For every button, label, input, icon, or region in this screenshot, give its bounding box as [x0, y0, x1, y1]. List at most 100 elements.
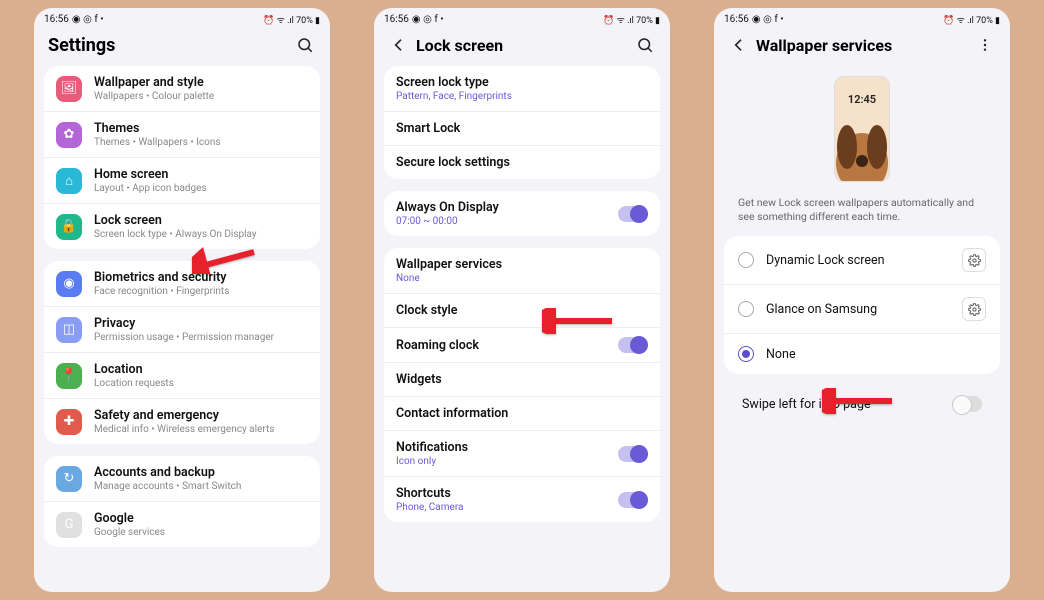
lock-item[interactable]: Clock style: [384, 294, 660, 328]
description-text: Get new Lock screen wallpapers automatic…: [724, 188, 1000, 236]
lock-item-subtitle: 07:00 ~ 00:00: [396, 216, 606, 227]
toggle-switch[interactable]: [618, 492, 648, 508]
setting-icon: 🖼: [56, 76, 82, 102]
radio-button[interactable]: [738, 346, 754, 362]
settings-item[interactable]: 📍 LocationLocation requests: [44, 353, 320, 399]
setting-icon: ◉: [56, 271, 82, 297]
lock-item[interactable]: ShortcutsPhone, Camera: [384, 477, 660, 522]
lock-item-title: Contact information: [396, 406, 648, 421]
settings-header: Settings: [34, 28, 330, 66]
lock-item[interactable]: NotificationsIcon only: [384, 431, 660, 477]
lock-item[interactable]: Secure lock settings: [384, 146, 660, 179]
page-title: Lock screen: [416, 36, 634, 55]
lock-item-title: Smart Lock: [396, 121, 648, 136]
wallpaper-option[interactable]: None: [724, 334, 1000, 374]
lock-item[interactable]: Smart Lock: [384, 112, 660, 146]
setting-title: Themes: [94, 121, 308, 136]
lock-item-title: Screen lock type: [396, 75, 648, 90]
setting-subtitle: Medical info • Wireless emergency alerts: [94, 424, 308, 435]
settings-group-3: ↻Accounts and backupManage accounts • Sm…: [44, 456, 320, 547]
setting-title: Safety and emergency: [94, 408, 308, 423]
settings-content: 🖼Wallpaper and styleWallpapers • Colour …: [34, 66, 330, 592]
search-icon[interactable]: [634, 34, 656, 56]
lock-item-subtitle: Icon only: [396, 456, 606, 467]
setting-icon: ◫: [56, 317, 82, 343]
wallpaper-content: 12:45 Get new Lock screen wallpapers aut…: [714, 66, 1010, 592]
option-label: None: [766, 347, 986, 362]
settings-item[interactable]: ◫PrivacyPermission usage • Permission ma…: [44, 307, 320, 353]
lock-item-subtitle: None: [396, 273, 648, 284]
toggle-switch[interactable]: [618, 337, 648, 353]
more-icon[interactable]: [974, 34, 996, 56]
lock-group-2: Always On Display07:00 ~ 00:00: [384, 191, 660, 236]
lock-item[interactable]: Roaming clock: [384, 328, 660, 363]
settings-item[interactable]: ✚ Safety and emergencyMedical info • Wire…: [44, 399, 320, 444]
status-right-icons: ⏰ ᯤ .ıl 70% ▮: [263, 13, 320, 26]
settings-item[interactable]: 🖼Wallpaper and styleWallpapers • Colour …: [44, 66, 320, 112]
status-time: 16:56: [724, 14, 749, 25]
lockscreen-header: Lock screen: [374, 28, 670, 66]
radio-button[interactable]: [738, 252, 754, 268]
setting-subtitle: Google services: [94, 527, 308, 538]
page-title: Wallpaper services: [756, 36, 974, 55]
option-label: Dynamic Lock screen: [766, 253, 950, 268]
settings-item[interactable]: 🔒Lock screenScreen lock type • Always On…: [44, 204, 320, 249]
phone-wallpaper-services: 16:56◉ ◎ f • ⏰ ᯤ .ıl 70% ▮ Wallpaper ser…: [714, 8, 1010, 592]
settings-item[interactable]: ⌂Home screenLayout • App icon badges: [44, 158, 320, 204]
lock-item-title: Shortcuts: [396, 486, 606, 501]
wallpaper-option[interactable]: Dynamic Lock screen: [724, 236, 1000, 285]
gear-icon[interactable]: [962, 248, 986, 272]
toggle-switch[interactable]: [618, 206, 648, 222]
setting-icon: ✚: [56, 409, 82, 435]
settings-item[interactable]: ◉Biometrics and securityFace recognition…: [44, 261, 320, 307]
settings-group-1: 🖼Wallpaper and styleWallpapers • Colour …: [44, 66, 320, 249]
phone-settings: 16:56◉ ◎ f • ⏰ ᯤ .ıl 70% ▮ Settings 🖼Wal…: [34, 8, 330, 592]
lock-item-subtitle: Pattern, Face, Fingerprints: [396, 91, 648, 102]
preview-time: 12:45: [835, 93, 889, 106]
setting-title: Google: [94, 511, 308, 526]
lock-item[interactable]: Screen lock typePattern, Face, Fingerpri…: [384, 66, 660, 112]
wallpaper-options: Dynamic Lock screen Glance on Samsung None: [724, 236, 1000, 374]
setting-subtitle: Permission usage • Permission manager: [94, 332, 308, 343]
radio-button[interactable]: [738, 301, 754, 317]
search-icon[interactable]: [294, 34, 316, 56]
lock-item[interactable]: Contact information: [384, 397, 660, 431]
setting-icon: 🔒: [56, 214, 82, 240]
settings-item[interactable]: GGoogleGoogle services: [44, 502, 320, 547]
swipe-info-row[interactable]: Swipe left for info page: [724, 386, 1000, 422]
setting-title: Location: [94, 362, 308, 377]
status-right-icons: ⏰ ᯤ .ıl 70% ▮: [943, 13, 1000, 26]
swipe-toggle[interactable]: [952, 396, 982, 412]
status-left-icons: ◉ ◎ f •: [412, 14, 444, 25]
wallpaper-option[interactable]: Glance on Samsung: [724, 285, 1000, 334]
setting-subtitle: Layout • App icon badges: [94, 183, 308, 194]
setting-subtitle: Location requests: [94, 378, 308, 389]
wallpaper-header: Wallpaper services: [714, 28, 1010, 66]
lock-item[interactable]: Wallpaper servicesNone: [384, 248, 660, 294]
lock-item[interactable]: Widgets: [384, 363, 660, 397]
status-bar: 16:56◉ ◎ f • ⏰ ᯤ .ıl 70% ▮: [714, 8, 1010, 28]
settings-item[interactable]: ✿ThemesThemes • Wallpapers • Icons: [44, 112, 320, 158]
setting-icon: 📍: [56, 363, 82, 389]
status-right-icons: ⏰ ᯤ .ıl 70% ▮: [603, 13, 660, 26]
lock-group-1: Screen lock typePattern, Face, Fingerpri…: [384, 66, 660, 179]
swipe-label: Swipe left for info page: [742, 397, 952, 412]
settings-item[interactable]: ↻Accounts and backupManage accounts • Sm…: [44, 456, 320, 502]
back-icon[interactable]: [728, 34, 750, 56]
lock-item[interactable]: Always On Display07:00 ~ 00:00: [384, 191, 660, 236]
page-title: Settings: [48, 35, 294, 56]
setting-subtitle: Screen lock type • Always On Display: [94, 229, 308, 240]
setting-icon: ↻: [56, 466, 82, 492]
wallpaper-preview: 12:45: [724, 66, 1000, 188]
option-label: Glance on Samsung: [766, 302, 950, 317]
setting-icon: ⌂: [56, 168, 82, 194]
status-bar: 16:56◉ ◎ f • ⏰ ᯤ .ıl 70% ▮: [374, 8, 670, 28]
lock-item-title: Widgets: [396, 372, 648, 387]
gear-icon[interactable]: [962, 297, 986, 321]
settings-group-2: ◉Biometrics and securityFace recognition…: [44, 261, 320, 444]
toggle-switch[interactable]: [618, 446, 648, 462]
lock-item-title: Wallpaper services: [396, 257, 648, 272]
setting-title: Wallpaper and style: [94, 75, 308, 90]
back-icon[interactable]: [388, 34, 410, 56]
lock-item-title: Roaming clock: [396, 338, 606, 353]
